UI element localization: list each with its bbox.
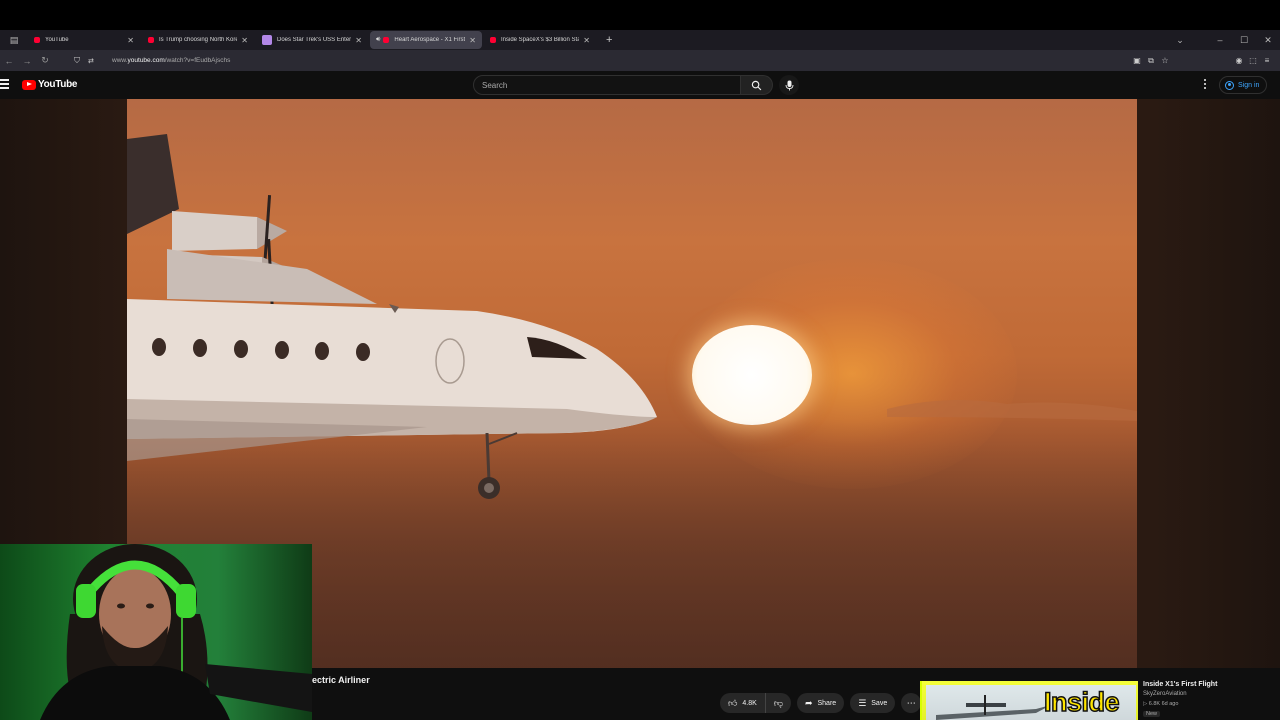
- maximize-icon[interactable]: ☐: [1232, 35, 1256, 46]
- youtube-favicon-icon: [34, 37, 40, 43]
- forward-arrow-icon[interactable]: →: [18, 56, 36, 66]
- hamburger-menu-icon[interactable]: [0, 79, 9, 89]
- tab-close-icon[interactable]: ✕: [469, 36, 476, 45]
- tab-close-icon[interactable]: ✕: [241, 36, 248, 45]
- like-button[interactable]: 👍︎ 4.8K: [720, 693, 766, 713]
- tab-title: YouTube: [45, 37, 69, 43]
- new-badge: New: [1143, 711, 1161, 717]
- url-path: /watch?v=fEudbAjschs: [164, 57, 231, 64]
- thumbs-up-icon: 👍︎: [728, 697, 738, 708]
- voice-search-button[interactable]: [779, 75, 799, 95]
- back-arrow-icon[interactable]: ←: [0, 56, 18, 66]
- sign-in-button[interactable]: Sign in: [1219, 76, 1268, 94]
- recommended-video-title[interactable]: Inside X1's First Flight: [1143, 681, 1217, 688]
- chevron-down-icon[interactable]: ⌄: [1168, 35, 1192, 46]
- url-bar[interactable]: ⛉ ⇄ www. youtube.com/watch?v=fEudbAjschs: [74, 56, 231, 65]
- picture-in-picture-icon[interactable]: ⧉: [1144, 56, 1158, 66]
- window-controls: ⌄ – ☐ ✕: [1168, 30, 1280, 50]
- recommended-video-thumbnail[interactable]: Inside: [920, 681, 1138, 720]
- search-button[interactable]: [741, 75, 773, 95]
- youtube-play-icon: [22, 79, 36, 90]
- extensions-icon[interactable]: ⬚: [1246, 56, 1260, 65]
- browser-tab-trump-north-korea[interactable]: Is Trump choosing North Korea ✕: [142, 31, 254, 49]
- youtube-favicon-icon: [148, 37, 154, 43]
- youtube-logo-text: YouTube: [38, 79, 78, 90]
- tab-title: Inside SpaceX's $3 Billion Starfa: [501, 37, 580, 43]
- dislike-button[interactable]: 👎︎: [766, 693, 791, 713]
- url-host: youtube.com: [127, 57, 165, 64]
- share-button[interactable]: ➦ Share: [796, 693, 845, 713]
- search-input[interactable]: [473, 75, 741, 95]
- speaker-icon[interactable]: 🔊︎: [376, 36, 380, 44]
- video-title: ectric Airliner: [312, 675, 370, 685]
- youtube-favicon-icon: [490, 37, 496, 43]
- save-button[interactable]: ☰ Save: [850, 693, 896, 713]
- nav-right-icons: ▣ ⧉ ☆ ◉ ⬚ ≡: [1130, 50, 1274, 71]
- tab-title: Does Star Trek's USS Enterprise: [277, 37, 352, 43]
- save-label: Save: [871, 699, 888, 707]
- browser-tab-spacex[interactable]: Inside SpaceX's $3 Billion Starfa ✕: [484, 31, 596, 49]
- browser-nav-bar: ← → ↻ ⛉ ⇄ www. youtube.com/watch?v=fEudbA…: [0, 50, 1280, 71]
- tab-title: Heart Aerospace - X1 First: [394, 37, 466, 43]
- youtube-logo[interactable]: YouTube: [22, 79, 78, 90]
- like-dislike-group: 👍︎ 4.8K 👎︎: [720, 693, 791, 713]
- account-icon[interactable]: ◉: [1232, 56, 1246, 65]
- tab-close-icon[interactable]: ✕: [127, 36, 134, 45]
- tab-list-icon[interactable]: ▤: [0, 30, 28, 50]
- tab-close-icon[interactable]: ✕: [583, 36, 590, 45]
- more-actions-button[interactable]: ⋯: [901, 693, 922, 713]
- youtube-masthead: YouTube Sign in: [0, 71, 1280, 99]
- reader-view-icon[interactable]: ▣: [1130, 56, 1144, 65]
- bookmark-star-icon[interactable]: ☆: [1158, 56, 1172, 65]
- settings-kebab-icon[interactable]: [1204, 79, 1207, 91]
- recommended-video-meta: ▷ 6.8K 6d ago: [1143, 701, 1179, 707]
- streamer-webcam-image: [0, 544, 312, 720]
- sign-in-label: Sign in: [1238, 81, 1260, 89]
- new-tab-plus-icon[interactable]: +: [606, 34, 612, 46]
- video-action-bar: 👍︎ 4.8K 👎︎ ➦ Share ☰ Save ⋯: [720, 693, 922, 713]
- webcam-overlay: [0, 544, 312, 720]
- microphone-icon: [785, 80, 793, 90]
- browser-tab-youtube[interactable]: YouTube ✕: [28, 31, 140, 49]
- recommended-channel-name[interactable]: SkyZeroAviation: [1143, 691, 1187, 697]
- browser-tab-bar: ▤ YouTube ✕ Is Trump choosing North Kore…: [0, 30, 1280, 50]
- minimize-icon[interactable]: –: [1208, 35, 1232, 45]
- menu-icon[interactable]: ≡: [1260, 56, 1274, 65]
- search-box: [473, 75, 799, 95]
- browser-tab-heart-aerospace[interactable]: 🔊︎ Heart Aerospace - X1 First ✕: [370, 31, 482, 49]
- tab-close-icon[interactable]: ✕: [355, 36, 362, 45]
- close-window-icon[interactable]: ✕: [1256, 35, 1280, 46]
- user-circle-icon: [1225, 80, 1234, 90]
- shield-icon[interactable]: ⛉: [74, 56, 80, 66]
- thumbnail-overlay-text: Inside: [1043, 686, 1120, 718]
- thumbs-down-icon: 👎︎: [773, 697, 783, 708]
- like-count: 4.8K: [742, 699, 757, 707]
- share-arrow-icon: ➦: [804, 697, 813, 708]
- share-label: Share: [817, 699, 837, 707]
- save-playlist-icon: ☰: [858, 697, 867, 708]
- browser-tab-star-trek[interactable]: Does Star Trek's USS Enterprise ✕: [256, 31, 368, 49]
- tab-title: Is Trump choosing North Korea: [159, 37, 238, 43]
- reload-icon[interactable]: ↻: [36, 55, 54, 66]
- more-horizontal-icon: ⋯: [906, 697, 916, 708]
- search-icon: [751, 80, 762, 90]
- youtube-favicon-icon: [383, 37, 390, 43]
- url-prefix: www.: [112, 57, 128, 64]
- top-black-strip: [0, 0, 1280, 30]
- purple-favicon-icon: [262, 35, 272, 45]
- permissions-icon[interactable]: ⇄: [88, 57, 94, 65]
